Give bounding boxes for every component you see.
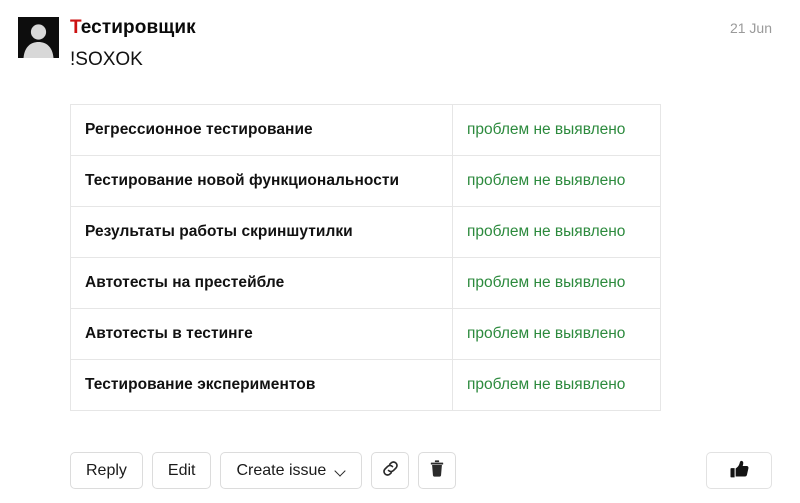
task-name-cell: Тестирование новой функциональности bbox=[70, 155, 453, 207]
edit-button-label: Edit bbox=[167, 461, 196, 479]
task-status-cell: проблем не выявлено bbox=[452, 104, 661, 156]
task-status-cell: проблем не выявлено bbox=[452, 257, 661, 309]
task-name-cell: Регрессионное тестирование bbox=[70, 104, 453, 156]
task-status-cell: проблем не выявлено bbox=[452, 359, 661, 411]
table-row: Автотесты в тестинге проблем не выявлено bbox=[70, 308, 661, 360]
table-body: Регрессионное тестирование проблем не вы… bbox=[70, 104, 661, 411]
reply-button[interactable]: Reply bbox=[70, 452, 143, 489]
comment-header: Тестировщик !SOXOK 21 Jun bbox=[0, 0, 800, 90]
edit-button[interactable]: Edit bbox=[151, 452, 212, 489]
task-name-cell: Автотесты в тестинге bbox=[70, 308, 453, 360]
task-name-cell: Автотесты на престейбле bbox=[70, 257, 453, 309]
task-name-cell: Результаты работы скриншутилки bbox=[70, 206, 453, 258]
table-row: Тестирование экспериментов проблем не вы… bbox=[70, 359, 661, 411]
thumbs-up-icon bbox=[729, 459, 750, 483]
test-report-table: Регрессионное тестирование проблем не вы… bbox=[70, 104, 661, 411]
create-issue-button-label: Create issue bbox=[236, 461, 327, 479]
task-name-cell: Тестирование экспериментов bbox=[70, 359, 453, 411]
task-status-cell: проблем не выявлено bbox=[452, 155, 661, 207]
table-row: Результаты работы скриншутилки проблем н… bbox=[70, 206, 661, 258]
table-row: Регрессионное тестирование проблем не вы… bbox=[70, 104, 661, 156]
author-initial: Т bbox=[70, 17, 81, 38]
task-status-cell: проблем не выявлено bbox=[452, 308, 661, 360]
table-row: Автотесты на престейбле проблем не выявл… bbox=[70, 257, 661, 309]
task-status-cell: проблем не выявлено bbox=[452, 206, 661, 258]
reply-button-label: Reply bbox=[86, 461, 127, 479]
table-row: Тестирование новой функциональности проб… bbox=[70, 155, 661, 207]
trash-icon bbox=[428, 459, 446, 483]
comment-date: 21 Jun bbox=[729, 20, 772, 36]
avatar bbox=[18, 17, 59, 58]
comment-author[interactable]: Тестировщик bbox=[70, 16, 196, 40]
delete-button[interactable] bbox=[418, 452, 457, 489]
chevron-down-icon bbox=[335, 467, 346, 474]
comment-toolbar: Reply Edit Create issue bbox=[70, 452, 457, 489]
comment-body-text: !SOXOK bbox=[70, 49, 143, 70]
link-icon bbox=[381, 459, 400, 483]
author-name-rest: естировщик bbox=[80, 17, 196, 38]
like-button[interactable] bbox=[706, 452, 772, 489]
create-issue-button[interactable]: Create issue bbox=[220, 452, 363, 489]
copy-link-button[interactable] bbox=[371, 452, 410, 489]
